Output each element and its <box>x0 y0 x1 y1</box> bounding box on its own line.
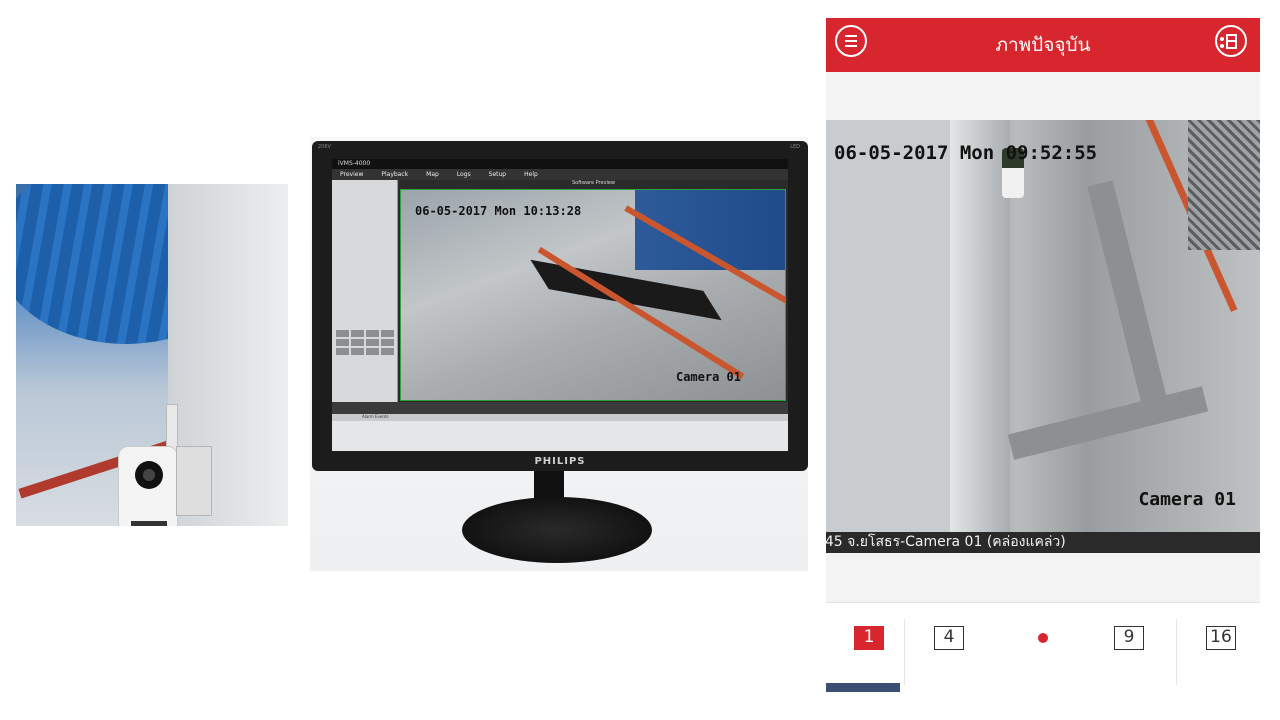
feed-timestamp: 06-05-2017 Mon 09:52:55 <box>834 142 1098 164</box>
scene-curb <box>1087 180 1171 420</box>
monitor-stand-base <box>462 497 652 563</box>
ptz-button[interactable] <box>381 330 394 337</box>
monitor: 206V LED iVMS-4000 Preview Playback Map … <box>312 141 808 471</box>
menu-logs[interactable]: Logs <box>457 169 471 180</box>
camera-photo <box>16 184 288 526</box>
record-dot-icon <box>1038 633 1048 643</box>
ptz-button[interactable] <box>351 348 364 355</box>
page-title: ภาพปัจจุบัน <box>995 34 1091 56</box>
layout-4-button[interactable]: 4 <box>906 603 992 673</box>
ptz-button[interactable] <box>366 339 379 346</box>
device-list-icon[interactable] <box>1215 25 1247 57</box>
app-body: Software Preview 06-05-2017 Mon 10:13:28… <box>332 180 788 451</box>
camera-logo <box>131 521 167 526</box>
monitor-led-label: LED <box>790 144 800 150</box>
record-button[interactable] <box>1000 603 1086 673</box>
cctv-camera-device <box>118 446 178 526</box>
ptz-controls[interactable] <box>336 330 394 355</box>
monitor-brand: PHILIPS <box>534 456 586 467</box>
feed-camera-label: Camera 01 <box>1138 489 1236 510</box>
ptz-button[interactable] <box>351 339 364 346</box>
layout-4-icon: 4 <box>934 626 964 650</box>
list-icon <box>1220 34 1237 49</box>
app-playback-toolbar[interactable] <box>332 402 788 414</box>
app-events-panel: Alarm Events <box>332 414 788 451</box>
ptz-button[interactable] <box>366 330 379 337</box>
menu-playback[interactable]: Playback <box>381 169 408 180</box>
layout-9-button[interactable]: 9 <box>1086 603 1172 673</box>
layout-1-icon: 1 <box>854 626 884 650</box>
page: 206V LED iVMS-4000 Preview Playback Map … <box>0 0 1280 720</box>
monitor-camera-label: Camera 01 <box>675 370 741 384</box>
live-video-feed[interactable]: 06-05-2017 Mon 09:52:55 Camera 01 <box>826 120 1260 532</box>
ptz-button[interactable] <box>366 348 379 355</box>
scene-curb <box>1007 386 1209 460</box>
layout-9-icon: 9 <box>1114 626 1144 650</box>
monitor-timestamp: 06-05-2017 Mon 10:13:28 <box>415 204 582 218</box>
ptz-button[interactable] <box>336 348 349 355</box>
device-tree-panel[interactable] <box>332 180 398 402</box>
scene-grate <box>1188 120 1260 250</box>
menu-map[interactable]: Map <box>426 169 439 180</box>
mount-bracket <box>176 446 212 516</box>
app-menu: Preview Playback Map Logs Setup Help <box>332 169 788 180</box>
app-header: ภาพปัจจุบัน <box>826 18 1260 72</box>
app-titlebar: iVMS-4000 <box>332 159 788 169</box>
layout-1-button[interactable]: 1 <box>826 603 912 673</box>
monitor-video-feed[interactable]: 06-05-2017 Mon 10:13:28 Camera 01 <box>400 189 786 401</box>
menu-setup[interactable]: Setup <box>489 169 506 180</box>
mobile-app: ภาพปัจจุบัน 06-05-2017 Mon 09:52:55 Came… <box>826 18 1260 692</box>
active-tab-indicator <box>826 683 900 692</box>
preview-label: Software Preview <box>572 180 616 186</box>
ptz-button[interactable] <box>381 348 394 355</box>
monitor-model-label: 206V <box>318 144 331 150</box>
layout-switcher: 1 4 9 16 <box>826 602 1260 692</box>
events-header: Alarm Events <box>332 414 788 421</box>
menu-preview[interactable]: Preview <box>340 169 363 180</box>
layout-16-button[interactable]: 16 <box>1178 603 1260 673</box>
monitor-screen: iVMS-4000 Preview Playback Map Logs Setu… <box>332 159 788 451</box>
monitor-photo: 206V LED iVMS-4000 Preview Playback Map … <box>310 137 808 571</box>
nav-divider <box>904 619 905 685</box>
nav-divider <box>1176 619 1177 685</box>
scene-pillar <box>950 120 1010 532</box>
menu-help[interactable]: Help <box>524 169 538 180</box>
camera-lens <box>135 461 163 489</box>
ptz-button[interactable] <box>351 330 364 337</box>
ptz-button[interactable] <box>381 339 394 346</box>
camera-caption: อ 45 จ.ยโสธร-Camera 01 (คล่องแคล่ว) <box>826 532 1260 553</box>
ptz-button[interactable] <box>336 330 349 337</box>
layout-16-icon: 16 <box>1206 626 1236 650</box>
ptz-button[interactable] <box>336 339 349 346</box>
